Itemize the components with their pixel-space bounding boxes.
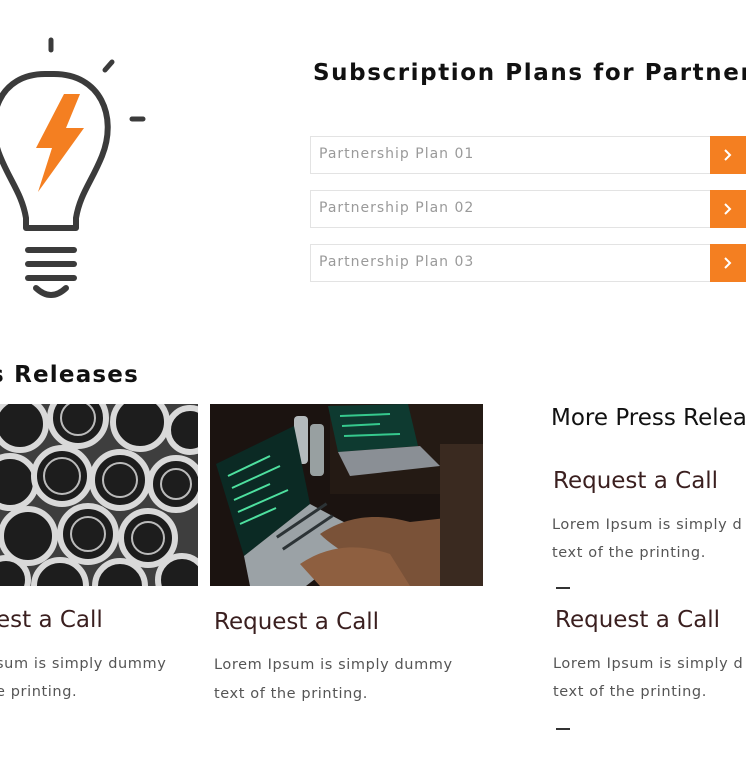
plan-arrow-button[interactable] <box>710 244 746 282</box>
card-text: sum is simply dummy <box>0 656 167 672</box>
plans-title: Subscription Plans for Partners <box>313 60 746 86</box>
more-item-text: text of the printing. <box>553 684 707 700</box>
plan-arrow-button[interactable] <box>710 190 746 228</box>
card-text: text of the printing. <box>214 686 368 702</box>
plan-label: Partnership Plan 02 <box>319 200 475 216</box>
card-text: Lorem Ipsum is simply dummy <box>214 657 453 673</box>
chevron-right-icon <box>724 149 732 161</box>
more-item-text: Lorem Ipsum is simply d <box>553 656 744 672</box>
press-releases-title: s Releases <box>0 362 139 388</box>
chevron-right-icon <box>724 257 732 269</box>
plan-arrow-button[interactable] <box>710 136 746 174</box>
lightning-bolt-icon <box>36 94 84 192</box>
plan-label: Partnership Plan 01 <box>319 146 475 162</box>
divider <box>556 728 570 730</box>
plan-row-1[interactable]: Partnership Plan 01 <box>310 136 746 174</box>
plan-row-3[interactable]: Partnership Plan 03 <box>310 244 746 282</box>
card-text: e printing. <box>0 684 78 700</box>
more-press-releases-title: More Press Relea <box>551 405 746 431</box>
more-item-text: Lorem Ipsum is simply d <box>552 517 743 533</box>
plan-row-2[interactable]: Partnership Plan 02 <box>310 190 746 228</box>
card-heading[interactable]: Request a Call <box>214 609 379 635</box>
lightbulb-icon <box>0 37 146 298</box>
more-item-heading[interactable]: Request a Call <box>555 607 720 633</box>
more-item-heading[interactable]: Request a Call <box>553 468 718 494</box>
card-heading[interactable]: est a Call <box>0 607 103 633</box>
plan-label: Partnership Plan 03 <box>319 254 475 270</box>
more-item-text: text of the printing. <box>552 545 706 561</box>
chevron-right-icon <box>724 203 732 215</box>
newspapers-photo[interactable] <box>0 404 198 586</box>
laptop-photo[interactable] <box>210 404 483 586</box>
divider <box>556 587 570 589</box>
